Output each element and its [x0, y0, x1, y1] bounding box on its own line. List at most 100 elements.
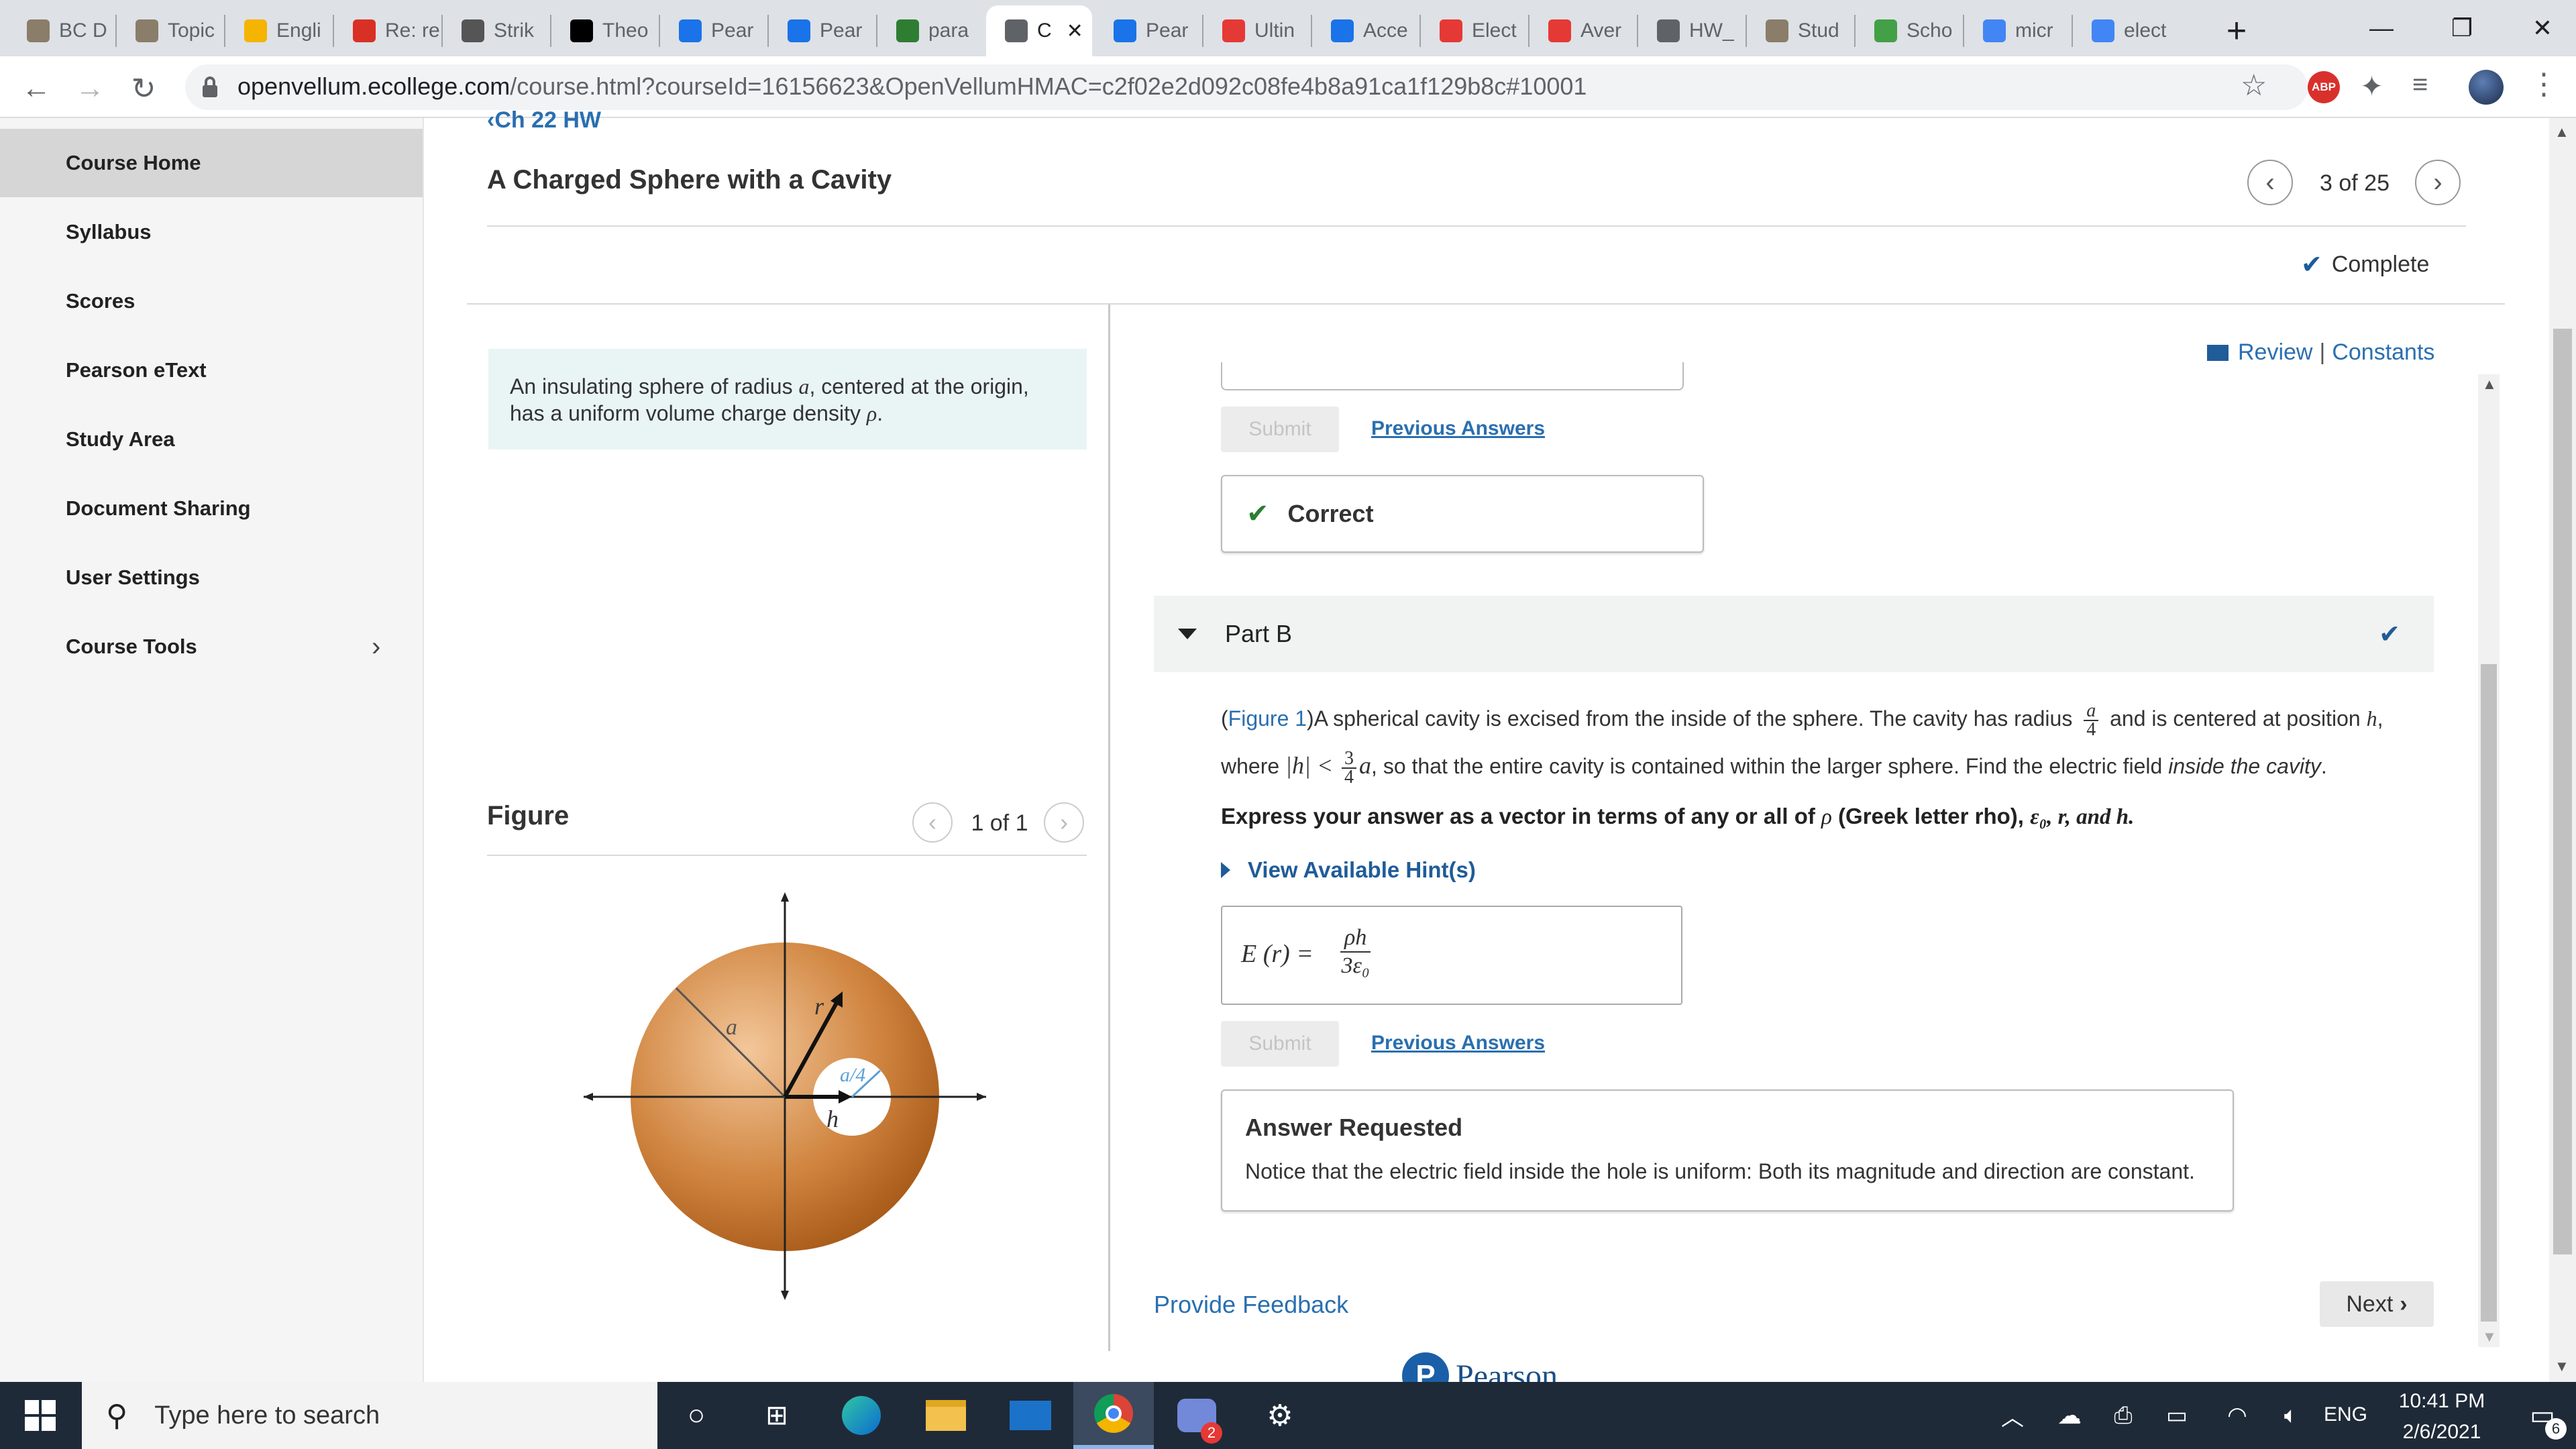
scroll-up-icon[interactable]: ▲ [2482, 376, 2497, 393]
sidebar-item-course-home[interactable]: Course Home [0, 129, 423, 197]
view-hints-link[interactable]: View Available Hint(s) [1221, 857, 1476, 883]
windows-start-icon[interactable] [0, 1382, 80, 1449]
tab-separator [224, 15, 225, 47]
back-icon[interactable]: ← [15, 67, 58, 110]
edge-icon[interactable] [821, 1382, 902, 1449]
part-a-previous-answers-link[interactable]: Previous Answers [1371, 417, 1545, 440]
figure-next-button[interactable]: › [1044, 802, 1084, 843]
label-h: h [826, 1106, 839, 1132]
browser-tab[interactable]: Re: re [334, 5, 440, 56]
page-icon [1005, 19, 1028, 42]
browser-tab[interactable]: elect [2073, 5, 2179, 56]
mail-icon[interactable] [990, 1382, 1071, 1449]
browser-tab[interactable]: Ultin [1203, 5, 1309, 56]
part-b-instructions: Express your answer as a vector in terms… [1221, 804, 2135, 829]
browser-tab[interactable]: Pear [1095, 5, 1201, 56]
browser-tab[interactable]: Acce [1312, 5, 1418, 56]
part-b-submit-button[interactable]: Submit [1221, 1021, 1339, 1067]
close-tab-icon[interactable]: ✕ [1067, 19, 1083, 43]
browser-tab[interactable]: Theo [551, 5, 657, 56]
browser-tab[interactable]: Scho [1856, 5, 1962, 56]
complete-status: ✔ Complete [2301, 251, 2430, 279]
part-b-header[interactable]: Part B ✔ [1154, 596, 2434, 672]
sidebar-item-syllabus[interactable]: Syllabus [0, 198, 423, 266]
review-link[interactable]: Review [2238, 339, 2312, 366]
part-b-previous-answers-link[interactable]: Previous Answers [1371, 1032, 1545, 1055]
new-tab-button[interactable]: + [2211, 5, 2262, 56]
browser-tab[interactable]: Elect [1421, 5, 1527, 56]
browser-tab[interactable]: Aver [1529, 5, 1635, 56]
browser-tab[interactable]: micr [1964, 5, 2070, 56]
browser-menu-icon[interactable]: ⋮ [2529, 67, 2559, 101]
browser-tab[interactable]: para [877, 5, 983, 56]
file-explorer-icon[interactable] [906, 1382, 986, 1449]
scroll-down-icon[interactable]: ▼ [2482, 1328, 2497, 1346]
volume-icon[interactable]: 🔈︎ [2261, 1382, 2321, 1449]
answer-fraction: ρh 3ε₀ [1340, 925, 1371, 978]
sidebar-item-document-sharing[interactable]: Document Sharing [0, 474, 423, 543]
taskbar-search-box[interactable]: ⚲ Type here to search [82, 1382, 657, 1449]
minimize-button[interactable]: — [2334, 0, 2428, 56]
page-scroll-down-icon[interactable]: ▼ [2555, 1358, 2569, 1375]
constants-link[interactable]: Constants [2332, 339, 2434, 366]
adblock-icon[interactable]: ABP [2308, 71, 2340, 103]
next-button[interactable]: Next › [2320, 1281, 2434, 1327]
back-to-assignment-link[interactable]: ‹Ch 22 HW [487, 107, 601, 133]
discord-icon[interactable]: 2 [1157, 1382, 1237, 1449]
sidebar-item-user-settings[interactable]: User Settings [0, 543, 423, 612]
pearson-logo: P Pearson [1402, 1351, 1558, 1382]
chevron-right-icon[interactable]: › [372, 632, 380, 662]
restore-button[interactable]: ❐ [2415, 0, 2509, 56]
browser-tab[interactable]: Pear [660, 5, 766, 56]
sidebar-item-scores[interactable]: Scores [0, 267, 423, 335]
url-text: openvellum.ecollege.com/course.html?cour… [237, 72, 1587, 100]
battery-icon[interactable]: ▭ [2147, 1382, 2207, 1449]
media-control-icon[interactable]: ≡ [2412, 70, 2428, 100]
provide-feedback-link[interactable]: Provide Feedback [1154, 1291, 1348, 1319]
profile-avatar[interactable] [2469, 70, 2504, 105]
browser-tab[interactable]: HW_ [1638, 5, 1744, 56]
content-scrollbar-thumb[interactable] [2481, 664, 2497, 1322]
prev-item-button[interactable]: ‹ [2247, 160, 2293, 205]
sidebar-item-pearson-etext[interactable]: Pearson eText [0, 336, 423, 405]
notifications-icon[interactable]: ▭ 6 [2509, 1382, 2576, 1449]
tab-separator [1202, 15, 1203, 47]
forward-icon[interactable]: → [68, 67, 111, 110]
clock[interactable]: 10:41 PM 2/6/2021 [2375, 1386, 2509, 1448]
part-b-question: (Figure 1)A spherical cavity is excised … [1221, 700, 2383, 788]
page-scroll-up-icon[interactable]: ▲ [2555, 123, 2569, 141]
star-icon[interactable]: ☆ [2241, 68, 2267, 103]
onedrive-icon[interactable]: ☁ [2039, 1382, 2100, 1449]
part-a-correct-box: ✔ Correct [1221, 475, 1704, 553]
show-hidden-icons[interactable]: ︿ [1986, 1382, 2039, 1449]
chrome-icon[interactable] [1073, 1382, 1154, 1449]
wifi-icon[interactable]: ◠ [2207, 1382, 2267, 1449]
browser-tab[interactable]: Pear [769, 5, 875, 56]
sidebar-item-course-tools[interactable]: Course Tools [0, 612, 423, 681]
sidebar-item-study-area[interactable]: Study Area [0, 405, 423, 474]
browser-tab[interactable]: Strik [443, 5, 549, 56]
browser-tab[interactable]: BC D [8, 5, 114, 56]
cortana-icon[interactable]: ○ [656, 1382, 737, 1449]
reload-icon[interactable]: ↻ [122, 67, 165, 110]
browser-tab[interactable]: Engli [225, 5, 331, 56]
youtube-icon [1440, 19, 1462, 42]
browser-tab[interactable]: Stud [1747, 5, 1853, 56]
figure-1-link[interactable]: Figure 1 [1228, 706, 1307, 731]
extensions-icon[interactable]: ✦ [2360, 70, 2383, 103]
page-scrollbar-thumb[interactable] [2553, 329, 2572, 1254]
settings-gear-icon[interactable]: ⚙ [1240, 1382, 1320, 1449]
part-a-submit-button[interactable]: Submit [1221, 407, 1339, 452]
lock-icon [201, 76, 219, 99]
browser-tab[interactable]: Topic [117, 5, 223, 56]
answer-input-box[interactable]: E (r) = ρh 3ε₀ [1221, 906, 1682, 1005]
figure-prev-button[interactable]: ‹ [912, 802, 953, 843]
close-window-button[interactable]: ✕ [2496, 0, 2576, 56]
language-indicator[interactable]: ENG [2324, 1403, 2367, 1426]
pearson-icon [788, 19, 810, 42]
next-item-button[interactable]: › [2415, 160, 2461, 205]
browser-tab[interactable]: C ✕ [986, 5, 1092, 56]
meet-now-icon[interactable]: ⎙ [2093, 1382, 2153, 1449]
pearson-logo-icon: P [1402, 1352, 1449, 1382]
task-view-icon[interactable]: ⊞ [737, 1382, 817, 1449]
